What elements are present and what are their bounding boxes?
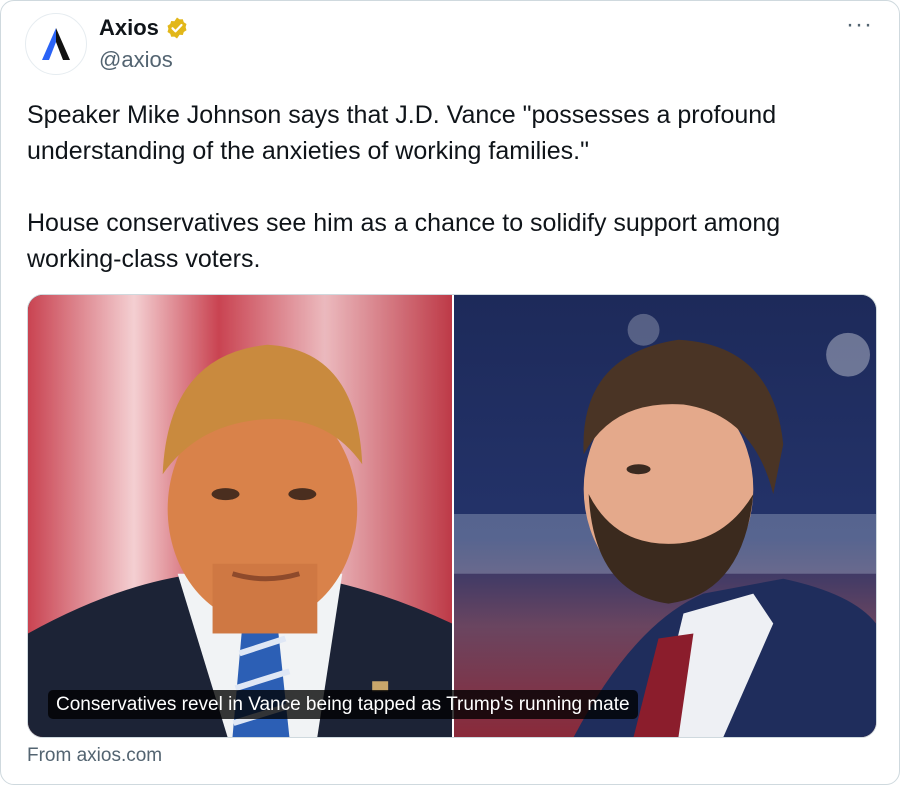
author-handle[interactable]: @axios bbox=[99, 47, 173, 73]
verified-badge-icon bbox=[165, 16, 189, 40]
tweet-text: Speaker Mike Johnson says that J.D. Vanc… bbox=[27, 97, 867, 277]
photo-vance bbox=[454, 295, 876, 737]
axios-logo-icon bbox=[42, 28, 70, 60]
author-name-row[interactable]: Axios bbox=[99, 15, 189, 41]
card-source-link[interactable]: From axios.com bbox=[27, 745, 162, 767]
card-caption[interactable]: Conservatives revel in Vance being tappe… bbox=[48, 690, 638, 719]
tweet-card[interactable]: Axios @axios ··· Speaker Mike Johnson sa… bbox=[0, 0, 900, 785]
author-name[interactable]: Axios bbox=[99, 15, 159, 41]
more-options-icon[interactable]: ··· bbox=[846, 13, 873, 37]
tweet-paragraph-2: House conservatives see him as a chance … bbox=[27, 209, 781, 273]
photo-trump bbox=[28, 295, 454, 737]
profile-avatar[interactable] bbox=[25, 13, 87, 75]
link-preview-card[interactable]: Conservatives revel in Vance being tappe… bbox=[27, 294, 877, 738]
tweet-paragraph-1: Speaker Mike Johnson says that J.D. Vanc… bbox=[27, 101, 777, 165]
